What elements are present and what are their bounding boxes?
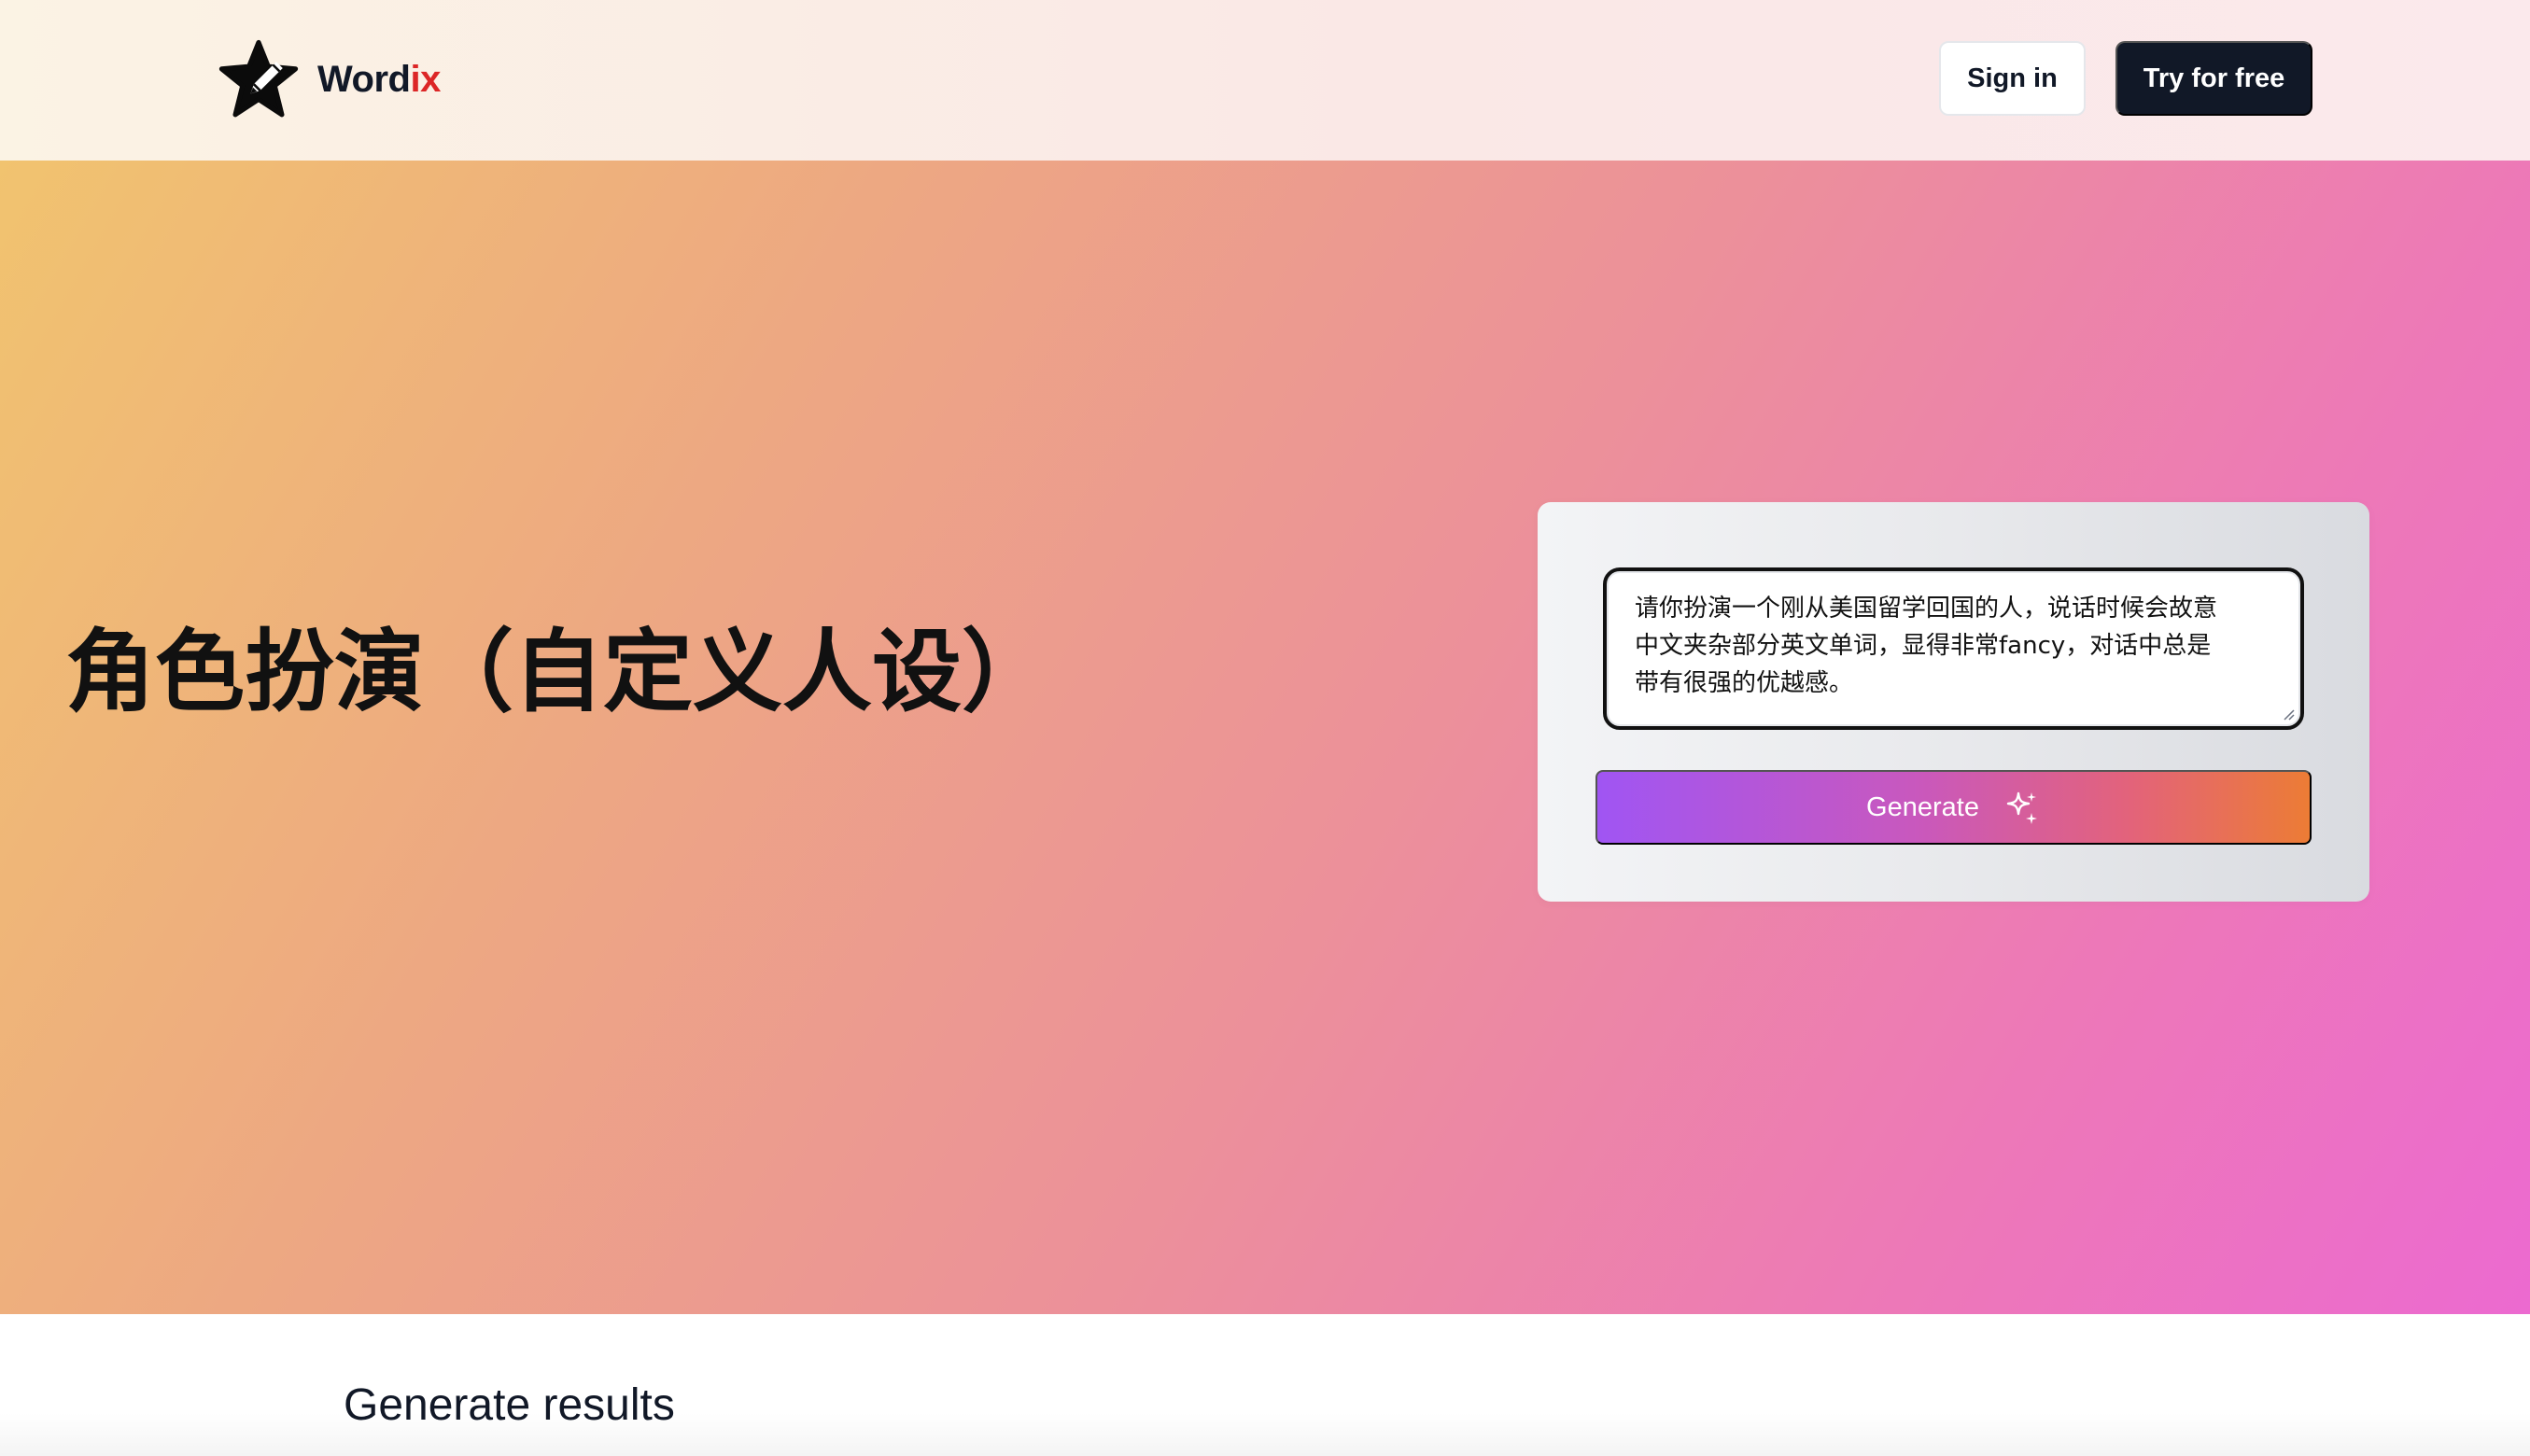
results-title: Generate results (344, 1380, 675, 1430)
sparkles-icon (2006, 791, 2037, 824)
brand-name-main: Word (317, 58, 411, 100)
prompt-input[interactable] (1607, 571, 2300, 726)
top-nav: Wordix Sign in Try for free (0, 0, 2530, 161)
star-pencil-icon (218, 39, 299, 118)
results-section: Generate results (0, 1314, 2530, 1456)
sign-in-button[interactable]: Sign in (1939, 41, 2086, 116)
brand-name: Wordix (317, 59, 441, 101)
hero-section: 角色扮演（自定义人设） Generate (0, 161, 2530, 1314)
prompt-input-container (1603, 567, 2304, 730)
generate-button[interactable]: Generate (1595, 770, 2312, 845)
resize-handle-icon[interactable] (2280, 706, 2295, 721)
brand-link[interactable]: Wordix (218, 37, 441, 121)
generate-button-label: Generate (1866, 791, 1979, 822)
page-title: 角色扮演（自定义人设） (65, 620, 1051, 724)
prompt-card: Generate (1538, 502, 2369, 902)
try-for-free-button[interactable]: Try for free (2115, 41, 2312, 116)
brand-name-accent: ix (410, 58, 441, 100)
